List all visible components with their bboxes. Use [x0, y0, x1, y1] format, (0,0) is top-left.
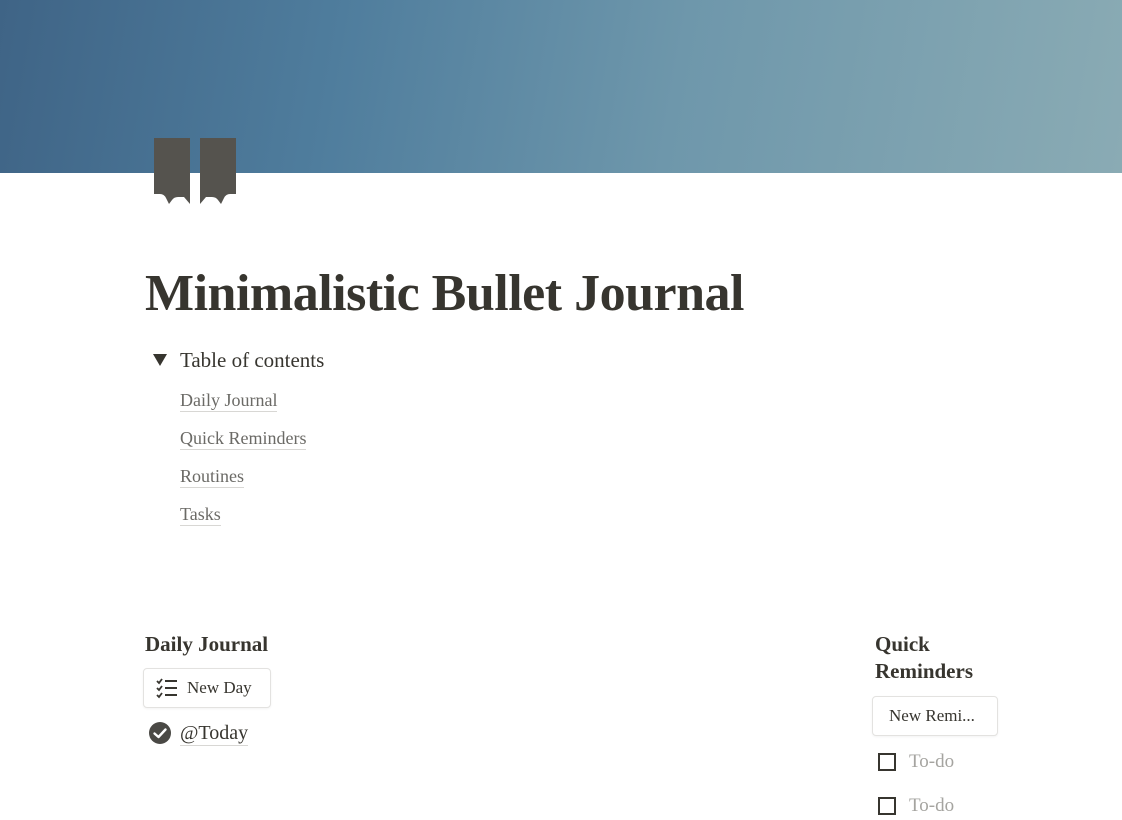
toc-link-tasks[interactable]: Tasks	[180, 504, 306, 542]
page-title: Minimalistic Bullet Journal	[145, 265, 744, 322]
new-day-label: New Day	[187, 678, 252, 697]
todo-checkbox[interactable]	[878, 753, 896, 771]
new-day-button[interactable]: New Day	[143, 668, 271, 708]
today-link[interactable]: @Today	[180, 721, 249, 746]
toc-link-daily-journal[interactable]: Daily Journal	[180, 390, 306, 428]
checklist-icon	[156, 677, 178, 699]
toc-link-quick-reminders[interactable]: Quick Reminders	[180, 428, 307, 466]
triangle-down-icon[interactable]	[148, 348, 172, 372]
check-circle-icon	[148, 721, 172, 745]
toc-link-routines[interactable]: Routines	[180, 466, 306, 504]
toc-toggle[interactable]: Table of contents	[148, 346, 324, 374]
table-of-contents: Daily Journal Quick Reminders Routines T…	[180, 390, 307, 542]
quick-reminders-title: Quick Reminders	[875, 632, 973, 683]
daily-journal-title: Daily Journal	[145, 632, 269, 656]
todo-checkbox[interactable]	[878, 797, 896, 815]
new-reminder-button[interactable]: New Remi...	[872, 696, 998, 736]
todo-item: To-do	[878, 792, 954, 820]
journal-entry-today[interactable]: @Today	[148, 719, 249, 747]
toc-heading: Table of contents	[180, 347, 325, 372]
todo-placeholder[interactable]: To-do	[909, 751, 954, 773]
book-icon[interactable]	[154, 138, 236, 204]
new-reminder-label: New Remi...	[889, 706, 975, 725]
todo-placeholder[interactable]: To-do	[909, 795, 954, 817]
todo-item: To-do	[878, 748, 954, 776]
